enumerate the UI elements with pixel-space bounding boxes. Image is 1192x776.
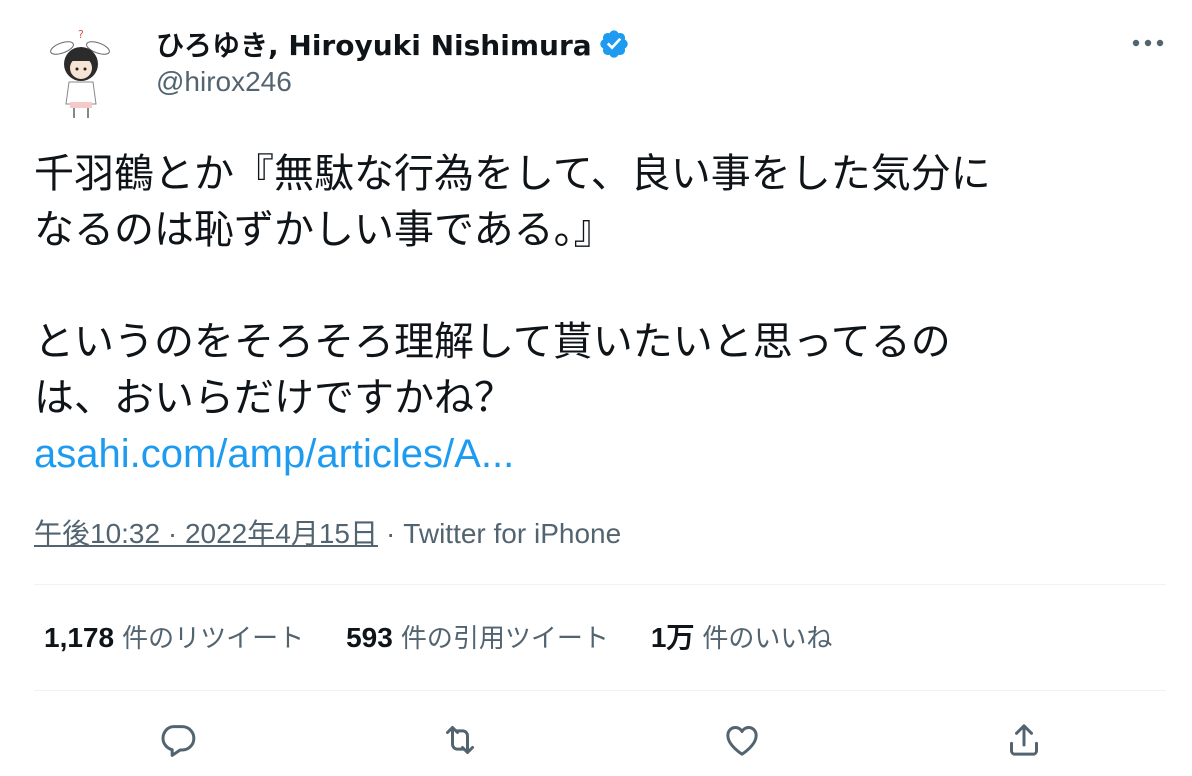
like-icon bbox=[726, 726, 758, 756]
avatar[interactable]: ? bbox=[34, 26, 130, 122]
retweet-button[interactable] bbox=[438, 718, 482, 762]
likes-count: 1万 bbox=[650, 622, 695, 653]
meta-separator: · bbox=[385, 518, 396, 549]
action-bar bbox=[34, 710, 1166, 770]
like-button[interactable] bbox=[720, 718, 764, 762]
share-icon bbox=[1010, 724, 1038, 756]
more-dots-icon bbox=[1132, 39, 1164, 47]
divider bbox=[34, 584, 1166, 585]
retweets-label: 件のリツイート bbox=[122, 623, 305, 654]
user-handle[interactable]: @hirox246 bbox=[156, 66, 292, 98]
tweet-card: ? ひろゆき, Hiroyuki Nishimura @hirox246 千羽鶴… bbox=[0, 0, 1192, 776]
verified-badge-icon bbox=[599, 30, 628, 58]
avatar-character-icon: ? bbox=[34, 26, 130, 122]
quotes-stat[interactable]: 593 件の引用ツイート bbox=[346, 618, 609, 655]
svg-text:?: ? bbox=[78, 28, 84, 41]
share-button[interactable] bbox=[1002, 718, 1046, 762]
article-link[interactable]: asahi.com/amp/articles/A... bbox=[34, 432, 514, 476]
source-label[interactable]: Twitter for iPhone bbox=[403, 518, 621, 549]
engagement-stats: 1,178 件のリツイート 593 件の引用ツイート 1万 件のいいね bbox=[44, 616, 874, 656]
reply-button[interactable] bbox=[156, 718, 200, 762]
more-options-button[interactable] bbox=[1128, 28, 1168, 58]
reply-icon bbox=[161, 725, 196, 757]
likes-stat[interactable]: 1万 件のいいね bbox=[651, 616, 833, 656]
divider bbox=[34, 690, 1166, 691]
quotes-count: 593 bbox=[346, 621, 393, 653]
tweet-line: 千羽鶴とか『無駄な行為をして、良い事をした気分に bbox=[34, 151, 991, 197]
display-name-row[interactable]: ひろゆき, Hiroyuki Nishimura bbox=[156, 24, 630, 64]
likes-label: 件のいいね bbox=[702, 624, 833, 654]
tweet-line: は、おいらだけですかね？ bbox=[34, 375, 514, 421]
retweet-icon bbox=[446, 726, 474, 754]
tweet-line: というのをそろそろ理解して貰いたいと思ってるの bbox=[34, 319, 951, 365]
timestamp-link[interactable]: 午後10:32 · 2022年4月15日 bbox=[34, 518, 378, 549]
retweets-stat[interactable]: 1,178 件のリツイート bbox=[44, 618, 304, 655]
quotes-label: 件の引用ツイート bbox=[400, 623, 609, 654]
retweets-count: 1,178 bbox=[44, 621, 115, 653]
tweet-line: なるのは恥ずかしい事である。』 bbox=[34, 207, 614, 253]
tweet-meta: 午後10:32 · 2022年4月15日 · Twitter for iPhone bbox=[34, 512, 621, 552]
display-name[interactable]: ひろゆき, Hiroyuki Nishimura bbox=[156, 24, 592, 64]
tweet-text: 千羽鶴とか『無駄な行為をして、良い事をした気分に なるのは恥ずかしい事である。』… bbox=[34, 146, 1164, 482]
